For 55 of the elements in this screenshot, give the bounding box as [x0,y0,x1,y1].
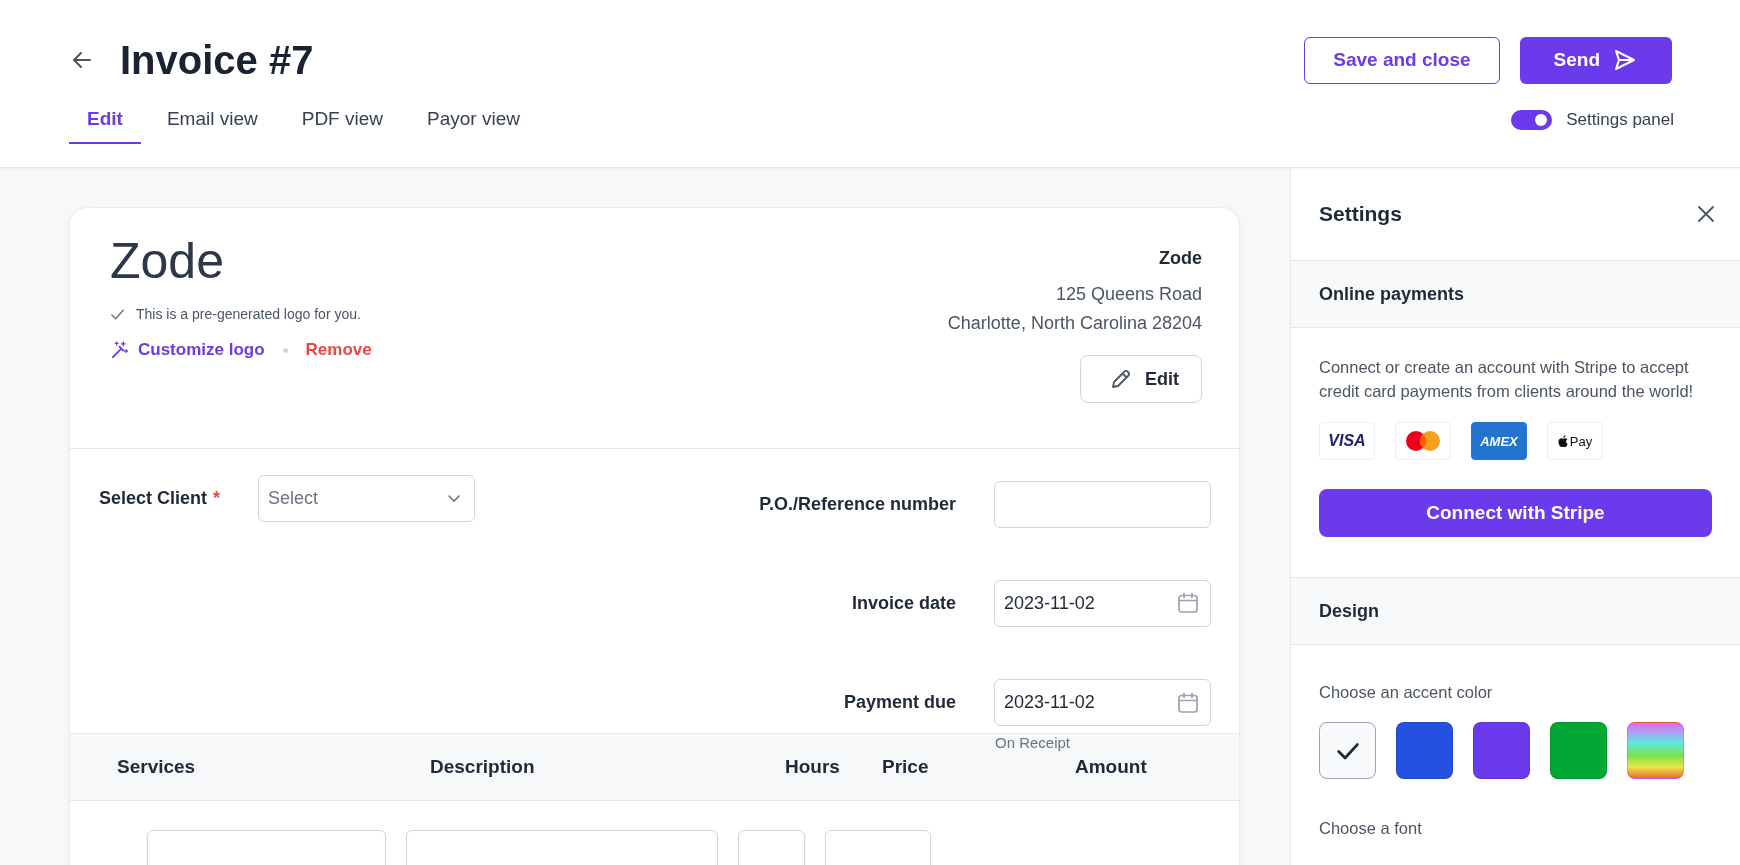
payments-description: Connect or create an account with Stripe to accept credit card payments from clients around the world! [1319,357,1695,402]
field-label: Select Client [99,487,208,508]
edit-button[interactable]: Edit [1080,355,1202,403]
column-header: Amount [1074,756,1148,778]
business-name: Zode [1159,248,1202,269]
input-field[interactable] [406,830,718,865]
paper-plane-icon [1612,48,1638,72]
toggle-switch[interactable] [1511,110,1553,130]
field-label: P.O./Reference number [759,493,956,515]
card-logo: VISA [1319,422,1375,460]
tab[interactable]: Edit [69,108,141,144]
input-field[interactable] [147,830,386,865]
pencil-icon [1109,367,1133,391]
page-title: Invoice #7 [120,37,315,83]
card-logo: AMEX [1471,422,1527,460]
tab[interactable]: PDF view [283,108,401,144]
input-field[interactable] [994,480,1211,528]
customize-logo-link[interactable]: Customize logo [110,340,265,360]
card-logo: Pay [1547,422,1603,460]
color-swatch[interactable] [1319,722,1376,779]
address-line: 125 Queens Road [1055,283,1202,306]
input-field[interactable] [825,830,931,865]
gradient-swatch[interactable] [1627,722,1684,779]
close-icon[interactable] [1696,204,1716,224]
date-field[interactable]: 2023-11-02 [994,580,1211,627]
client-select[interactable]: Select [258,474,476,522]
column-header: Services [117,756,197,778]
magic-wand-icon [110,340,129,360]
calendar-icon [1176,591,1200,616]
connect-stripe-button[interactable]: Connect with Stripe [1319,489,1712,537]
toggle-label: Settings panel [1566,110,1674,130]
section-heading: Online payments [1291,261,1740,328]
section-heading: Design [1291,577,1740,645]
font-label: Choose a font [1319,819,1423,838]
field-label: Invoice date [850,593,956,614]
required-mark: * [213,487,221,508]
column-header: Hours [785,756,841,778]
accent-color-label: Choose an accent color [1319,683,1494,702]
remove-logo-link[interactable]: Remove [305,340,372,360]
logo-note: This is a pre-generated logo for you. [136,306,361,322]
column-header: Description [430,756,536,778]
tab[interactable]: Email view [148,108,276,144]
send-button[interactable]: Send [1519,36,1672,84]
field-label: Payment due [842,692,956,714]
save-and-close-button[interactable]: Save and close [1304,36,1500,84]
company-logo: Zode [110,236,225,286]
tab[interactable]: Payor view [409,108,538,144]
overlapping-circles-icon [1405,430,1441,452]
input-field[interactable] [738,830,805,865]
due-term-note: On Receipt [995,734,1071,752]
address-line: Charlotte, North Carolina 28204 [947,312,1202,335]
apple-icon [1557,435,1568,447]
calendar-icon [1176,690,1200,715]
column-header: Price [882,756,930,778]
panel-title: Settings [1319,202,1402,226]
